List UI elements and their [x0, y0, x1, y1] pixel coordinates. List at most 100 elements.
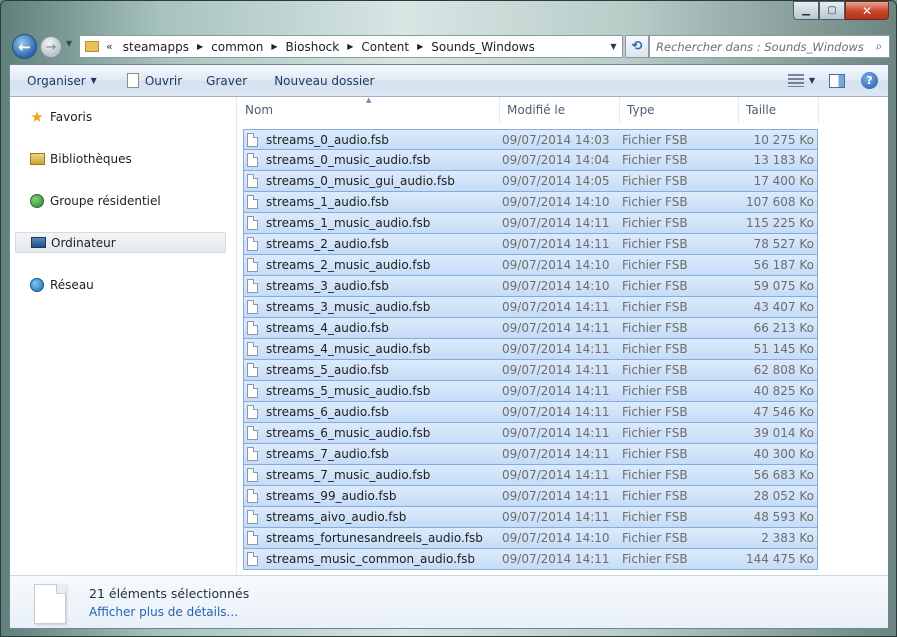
file-size: 51 145 Ko	[753, 342, 814, 356]
column-header-name[interactable]: Nom ▲	[238, 96, 500, 123]
sidebar-item-label: Ordinateur	[51, 235, 116, 250]
maximize-button[interactable]: ▢	[819, 1, 845, 20]
table-row[interactable]: streams_7_music_audio.fsb 09/07/2014 14:1…	[243, 465, 818, 486]
preview-pane-icon[interactable]	[829, 73, 845, 88]
back-button[interactable]: ←	[12, 34, 37, 59]
table-row[interactable]: streams_0_music_audio.fsb 09/07/2014 14:0…	[243, 150, 818, 171]
table-row[interactable]: streams_2_music_audio.fsb 09/07/2014 14:1…	[243, 255, 818, 276]
file-name-cell: streams_7_music_audio.fsb	[247, 468, 430, 482]
table-row[interactable]: streams_5_audio.fsb 09/07/2014 14:11 Fichi…	[243, 360, 818, 381]
table-row[interactable]: streams_3_audio.fsb 09/07/2014 14:10 Fichi…	[243, 276, 818, 297]
table-row[interactable]: streams_aivo_audio.fsb 09/07/2014 14:11 Fi…	[243, 507, 818, 528]
file-type: Fichier FSB	[622, 174, 688, 188]
breadcrumb-bioshock[interactable]: Bioshock	[281, 40, 345, 54]
client-area: Organiser ▼ Ouvrir Graver Nouveau dossie…	[9, 64, 889, 629]
folder-icon	[85, 41, 99, 52]
search-box[interactable]: ⌕	[649, 35, 890, 58]
sidebar-item-favorites[interactable]: ★ Favoris	[15, 106, 226, 127]
table-row[interactable]: streams_7_audio.fsb 09/07/2014 14:11 Fichi…	[243, 444, 818, 465]
file-name-cell: streams_aivo_audio.fsb	[247, 510, 406, 524]
breadcrumb-steamapps[interactable]: steamapps	[118, 40, 194, 54]
column-header-modified[interactable]: Modifié le	[500, 97, 620, 123]
sidebar-item-label: Favoris	[50, 109, 93, 124]
table-row[interactable]: streams_fortunesandreels_audio.fsb 09/07/…	[243, 528, 818, 549]
file-modified: 09/07/2014 14:11	[502, 468, 610, 482]
details-pane: 21 éléments sélectionnés Afficher plus d…	[10, 575, 888, 628]
refresh-button[interactable]: ⟲	[625, 35, 649, 58]
file-modified: 09/07/2014 14:10	[502, 195, 610, 209]
help-icon[interactable]: ?	[861, 72, 878, 89]
breadcrumb-separator-icon[interactable]: ▶	[344, 42, 356, 51]
document-icon	[126, 73, 139, 88]
file-type: Fichier FSB	[622, 258, 688, 272]
open-label: Ouvrir	[144, 73, 183, 88]
file-name-cell: streams_1_audio.fsb	[247, 195, 389, 209]
selection-count: 21 éléments sélectionnés	[89, 586, 250, 601]
file-name: streams_0_music_audio.fsb	[266, 153, 431, 167]
column-header-type[interactable]: Type	[620, 97, 739, 123]
file-name: streams_2_audio.fsb	[266, 237, 389, 251]
view-options-chevron-icon[interactable]: ▼	[809, 76, 815, 85]
file-name-cell: streams_5_audio.fsb	[247, 363, 389, 377]
breadcrumb-separator-icon[interactable]: ▶	[414, 42, 426, 51]
burn-button[interactable]: Graver	[197, 69, 256, 93]
table-row[interactable]: streams_1_audio.fsb 09/07/2014 14:10 Fichi…	[243, 192, 818, 213]
file-name-cell: streams_0_music_audio.fsb	[247, 153, 430, 167]
file-size: 115 225 Ko	[745, 216, 814, 230]
table-row[interactable]: streams_4_music_audio.fsb 09/07/2014 14:1…	[243, 339, 818, 360]
table-row[interactable]: streams_2_audio.fsb 09/07/2014 14:11 Fichi…	[243, 234, 818, 255]
file-modified: 09/07/2014 14:04	[502, 153, 610, 167]
file-name: streams_aivo_audio.fsb	[266, 510, 407, 524]
table-row[interactable]: streams_6_music_audio.fsb 09/07/2014 14:1…	[243, 423, 818, 444]
table-row[interactable]: streams_0_audio.fsb 09/07/2014 14:03 Fichi…	[243, 129, 818, 150]
close-button[interactable]: ✕	[845, 1, 889, 20]
file-icon	[247, 531, 258, 545]
organize-button[interactable]: Organiser ▼	[18, 69, 106, 93]
sort-ascending-icon: ▲	[366, 96, 372, 104]
file-size: 43 407 Ko	[753, 300, 814, 314]
sidebar-item-homegroup[interactable]: Groupe résidentiel	[15, 190, 226, 211]
file-modified: 09/07/2014 14:11	[502, 300, 610, 314]
breadcrumb-content[interactable]: Content	[356, 40, 414, 54]
file-size: 78 527 Ko	[753, 237, 814, 251]
file-name: streams_0_music_gui_audio.fsb	[266, 174, 455, 188]
file-type: Fichier FSB	[622, 153, 688, 167]
breadcrumb-separator-icon[interactable]: ▶	[194, 42, 206, 51]
column-header-label: Type	[627, 103, 655, 117]
table-row[interactable]: streams_1_music_audio.fsb 09/07/2014 14:1…	[243, 213, 818, 234]
sidebar-item-computer[interactable]: Ordinateur	[15, 232, 226, 253]
breadcrumb-sounds-windows[interactable]: Sounds_Windows	[426, 40, 540, 54]
sidebar-item-libraries[interactable]: Bibliothèques	[15, 148, 226, 169]
search-icon[interactable]: ⌕	[869, 39, 889, 54]
sidebar-item-label: Réseau	[50, 277, 94, 292]
address-bar[interactable]: « steamapps ▶ common ▶ Bioshock ▶ Conten…	[79, 35, 623, 58]
file-type: Fichier FSB	[622, 216, 688, 230]
address-history-dropdown-icon[interactable]: ▼	[605, 36, 622, 57]
table-row[interactable]: streams_3_music_audio.fsb 09/07/2014 14:1…	[243, 297, 818, 318]
sidebar-item-network[interactable]: Réseau	[15, 274, 226, 295]
table-row[interactable]: streams_6_audio.fsb 09/07/2014 14:11 Fichi…	[243, 402, 818, 423]
table-row[interactable]: streams_5_music_audio.fsb 09/07/2014 14:1…	[243, 381, 818, 402]
table-row[interactable]: streams_music_common_audio.fsb 09/07/2014…	[243, 549, 818, 570]
file-name-cell: streams_0_music_gui_audio.fsb	[247, 174, 455, 188]
forward-button[interactable]: →	[40, 36, 62, 58]
more-details-link[interactable]: Afficher plus de détails...	[89, 605, 238, 619]
new-folder-button[interactable]: Nouveau dossier	[265, 69, 383, 93]
file-name-cell: streams_6_music_audio.fsb	[247, 426, 430, 440]
search-input[interactable]	[650, 36, 869, 57]
table-row[interactable]: streams_4_audio.fsb 09/07/2014 14:11 Fichi…	[243, 318, 818, 339]
computer-icon	[30, 235, 46, 251]
view-details-icon[interactable]	[787, 74, 804, 87]
recent-pages-dropdown-icon[interactable]: ▼	[66, 39, 72, 48]
breadcrumb-overflow-chevron[interactable]: «	[106, 40, 113, 53]
file-name-cell: streams_fortunesandreels_audio.fsb	[247, 531, 483, 545]
multiple-files-icon	[34, 584, 66, 624]
breadcrumb-separator-icon[interactable]: ▶	[268, 42, 280, 51]
table-row[interactable]: streams_0_music_gui_audio.fsb 09/07/2014 …	[243, 171, 818, 192]
open-button[interactable]: Ouvrir	[118, 69, 191, 93]
column-header-size[interactable]: Taille	[739, 97, 819, 123]
table-row[interactable]: streams_99_audio.fsb 09/07/2014 14:11 Fich…	[243, 486, 818, 507]
minimize-button[interactable]: ▁	[793, 1, 819, 20]
file-icon	[247, 216, 258, 230]
breadcrumb-common[interactable]: common	[206, 40, 268, 54]
